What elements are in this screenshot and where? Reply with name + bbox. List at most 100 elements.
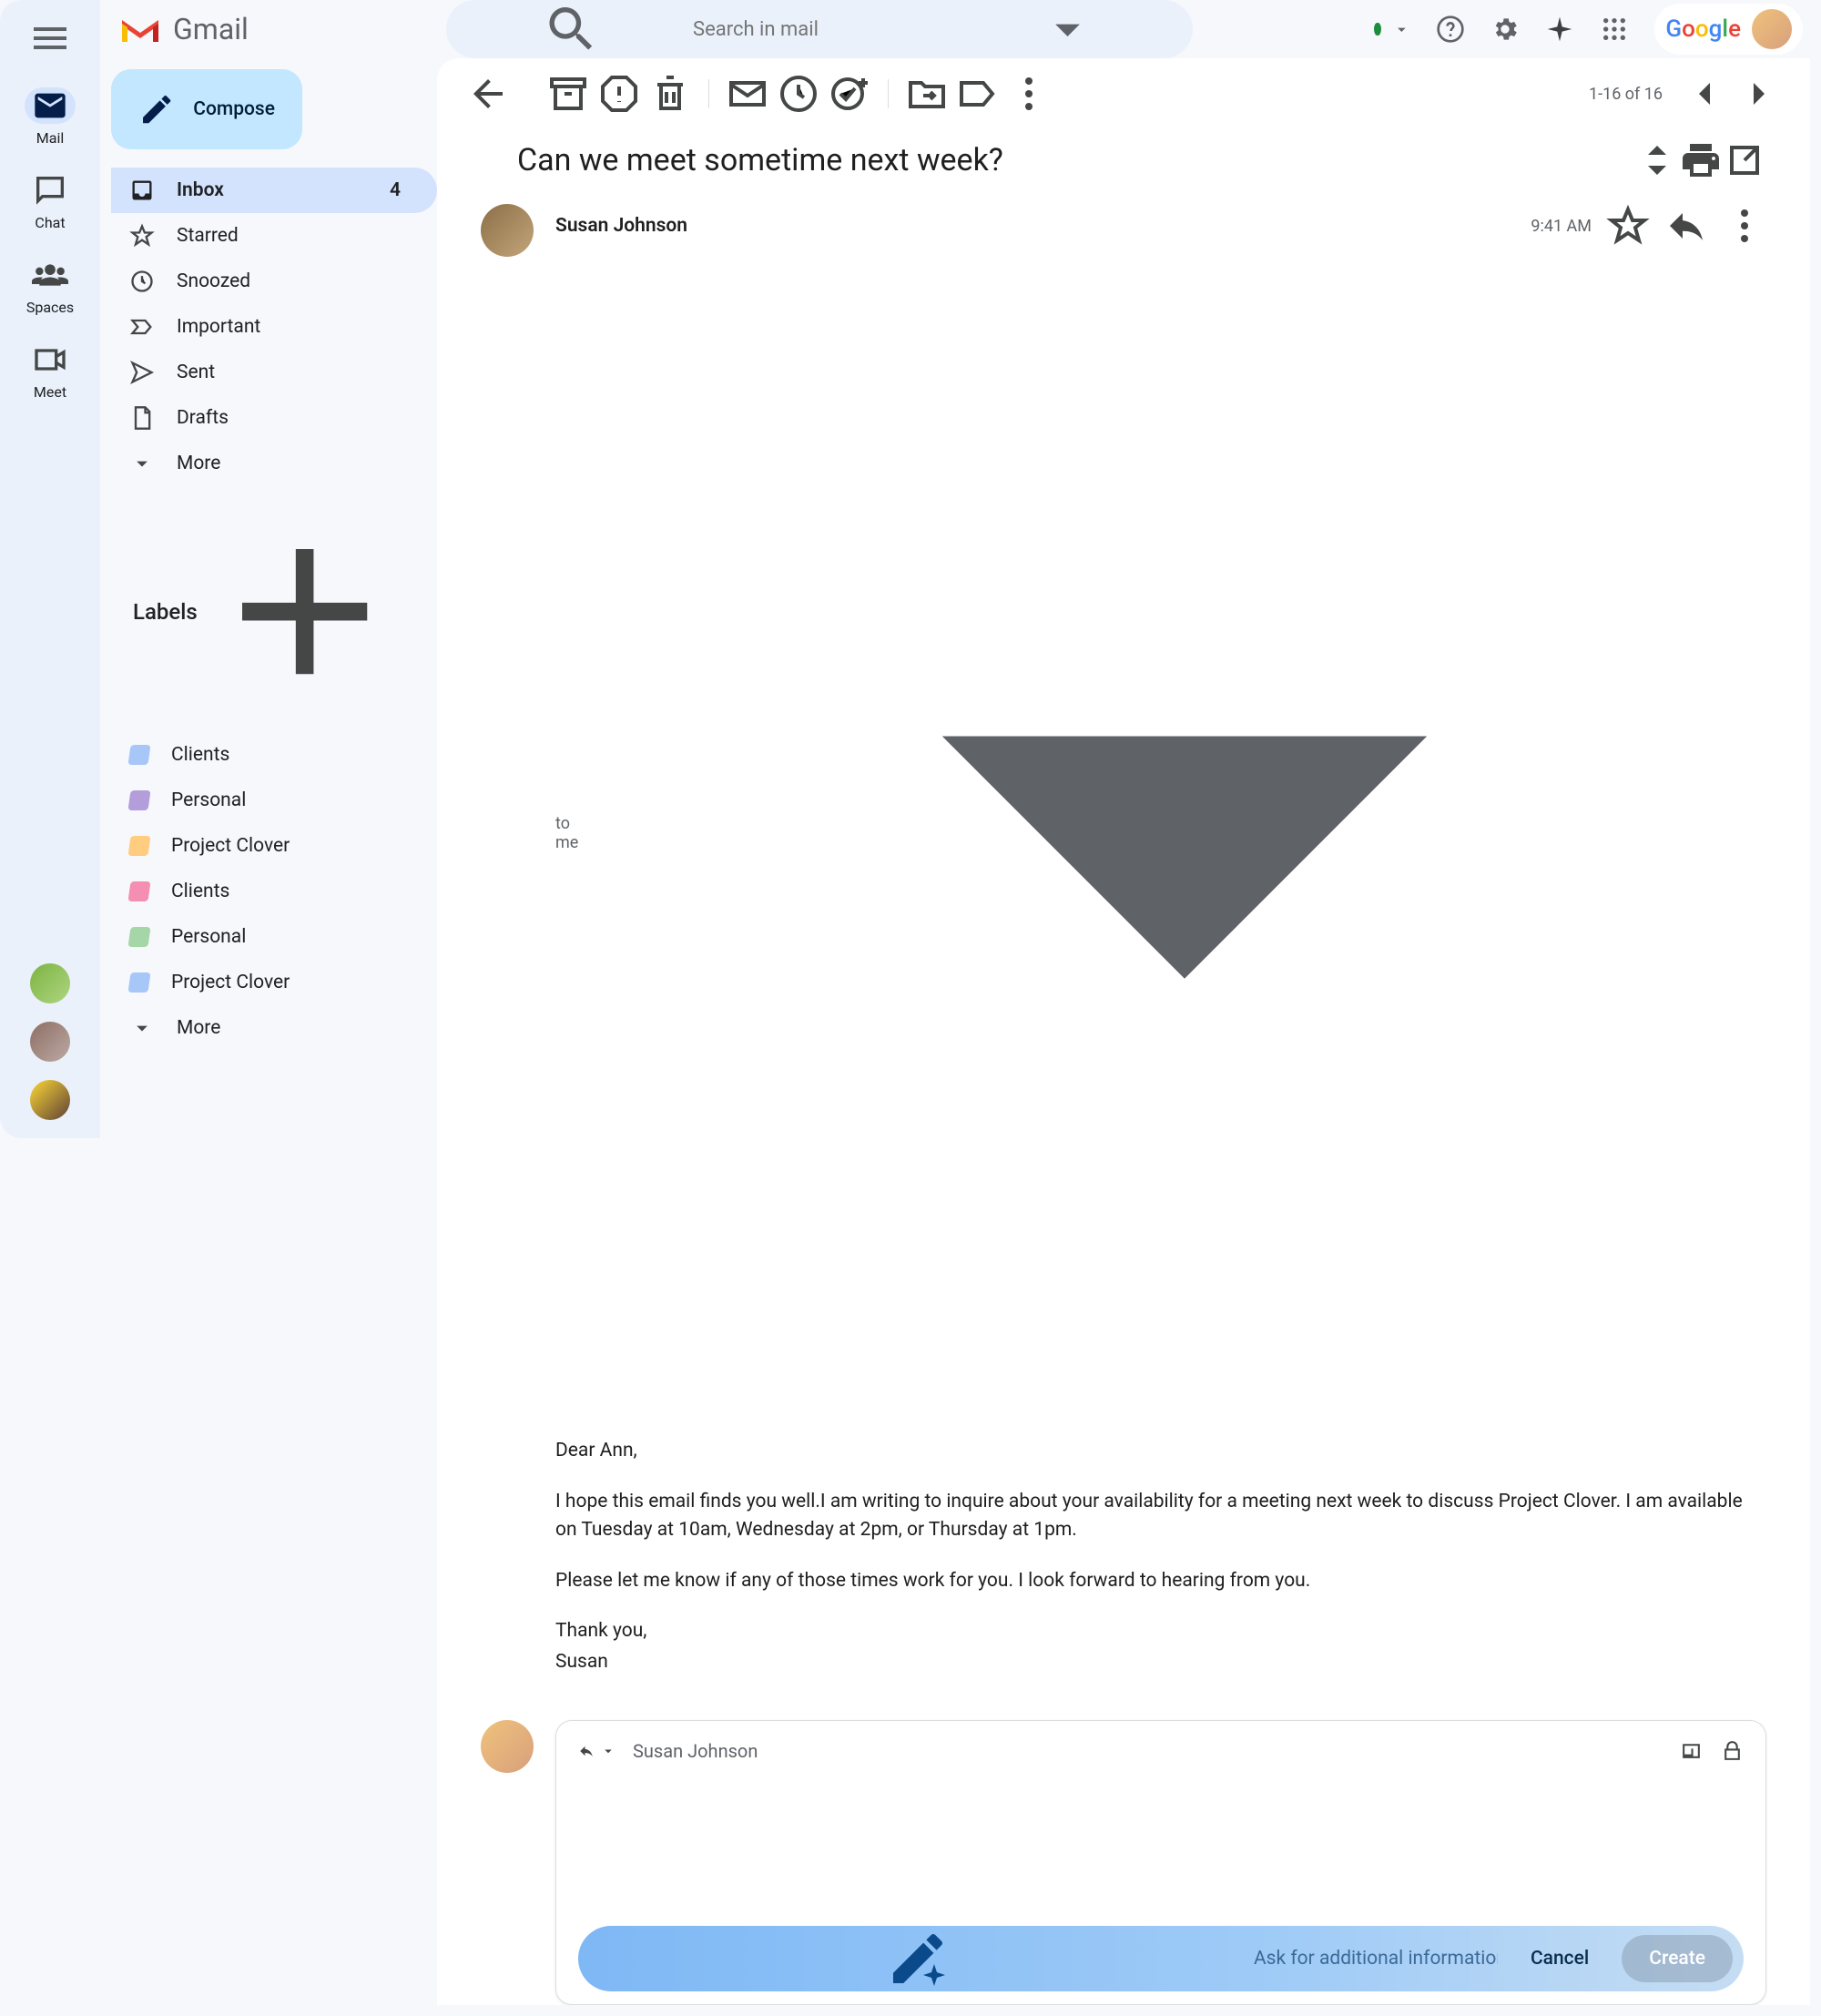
folder-label: Drafts (177, 407, 229, 429)
newer-button[interactable] (1683, 72, 1726, 116)
add-label-button[interactable] (198, 504, 412, 718)
rail-spaces-label: Spaces (26, 299, 74, 316)
rail-mail[interactable]: Mail (25, 87, 76, 147)
search-bar[interactable] (446, 0, 1193, 58)
mail-icon (25, 87, 76, 124)
google-account[interactable]: Google (1654, 4, 1803, 55)
folder-snoozed[interactable]: Snoozed (111, 259, 437, 304)
folder-sent[interactable]: Sent (111, 350, 437, 395)
pencil-icon (138, 91, 175, 127)
reply-recipient[interactable]: Susan Johnson (633, 1740, 758, 1762)
folder-inbox[interactable]: Inbox 4 (111, 168, 437, 213)
google-logo-text: Google (1665, 15, 1741, 43)
chevron-down-icon (129, 1015, 155, 1041)
back-button[interactable] (466, 72, 510, 116)
apps-button[interactable] (1600, 15, 1629, 44)
labels-more[interactable]: More (111, 1005, 437, 1051)
print-button[interactable] (1679, 138, 1723, 182)
chevron-down-icon (603, 251, 1766, 1415)
gmail-logo-icon (118, 13, 162, 46)
status-indicator[interactable] (1374, 20, 1410, 39)
star-message-button[interactable] (1606, 204, 1650, 248)
folder-important[interactable]: Important (111, 304, 437, 350)
chat-avatar-2[interactable] (30, 1022, 70, 1062)
ai-compose-bar: Cancel Create (578, 1926, 1744, 1991)
search-input[interactable] (693, 18, 946, 41)
move-to-button[interactable] (905, 72, 949, 116)
inbox-icon (129, 178, 155, 203)
label-name: Clients (171, 744, 229, 766)
reply-type-button[interactable] (578, 1743, 616, 1759)
sender-name[interactable]: Susan Johnson (555, 215, 687, 237)
chat-avatar-1[interactable] (30, 963, 70, 1003)
mark-unread-button[interactable] (726, 72, 769, 116)
important-icon (129, 314, 155, 340)
label-swatch (127, 972, 150, 993)
folder-label: Inbox (177, 179, 224, 201)
rail-spaces[interactable]: Spaces (25, 257, 76, 316)
folder-drafts[interactable]: Drafts (111, 395, 437, 441)
open-new-window-button[interactable] (1723, 138, 1766, 182)
message: Susan Johnson 9:41 AM to me Dear Ann, (437, 204, 1810, 1698)
label-personal-1[interactable]: Personal (111, 778, 437, 823)
gmail-text: Gmail (173, 12, 249, 46)
recipient-line[interactable]: to me (555, 251, 1766, 1415)
label-swatch (127, 927, 150, 947)
support-button[interactable] (1436, 15, 1465, 44)
label-clients-1[interactable]: Clients (111, 732, 437, 778)
label-personal-2[interactable]: Personal (111, 914, 437, 960)
reply-button[interactable] (1664, 204, 1708, 248)
gmail-logo[interactable]: Gmail (118, 12, 428, 46)
folder-label: Snoozed (177, 270, 250, 292)
ai-prompt-input[interactable] (1254, 1948, 1498, 1970)
collapse-button[interactable] (1635, 138, 1679, 182)
reply-icon (578, 1743, 595, 1759)
chat-avatar-3[interactable] (30, 1080, 70, 1120)
folder-label: More (177, 453, 220, 474)
folder-label: Important (177, 316, 260, 338)
label-name: Project Clover (171, 835, 290, 857)
chevron-down-icon (1392, 20, 1411, 39)
ai-create-button[interactable]: Create (1622, 1935, 1733, 1982)
add-to-tasks-button[interactable] (828, 72, 871, 116)
label-swatch (127, 745, 150, 765)
labels-heading: Labels (133, 599, 198, 625)
header: Gmail (100, 0, 1821, 58)
reply-textarea[interactable] (578, 1762, 1744, 1926)
chat-icon (25, 172, 76, 209)
delete-button[interactable] (648, 72, 692, 116)
compose-button[interactable]: Compose (111, 69, 302, 149)
rail-chat[interactable]: Chat (25, 172, 76, 231)
snooze-button[interactable] (777, 72, 820, 116)
label-name: Project Clover (171, 972, 290, 993)
spaces-icon (25, 257, 76, 293)
folder-starred[interactable]: Starred (111, 213, 437, 259)
meet-icon (25, 341, 76, 378)
sender-avatar[interactable] (481, 204, 534, 257)
label-name: More (177, 1017, 220, 1039)
report-spam-button[interactable] (597, 72, 641, 116)
older-button[interactable] (1737, 72, 1781, 116)
rail-meet[interactable]: Meet (25, 341, 76, 401)
settings-button[interactable] (1490, 15, 1520, 44)
lock-icon[interactable] (1721, 1739, 1744, 1762)
archive-button[interactable] (546, 72, 590, 116)
message-more-button[interactable] (1723, 204, 1766, 248)
label-swatch (127, 881, 150, 901)
chevron-down-icon (129, 451, 155, 476)
ai-cancel-button[interactable]: Cancel (1516, 1948, 1603, 1970)
label-project-clover-1[interactable]: Project Clover (111, 823, 437, 869)
main-menu-button[interactable] (28, 16, 72, 60)
rail-meet-label: Meet (34, 383, 66, 401)
label-clients-2[interactable]: Clients (111, 869, 437, 914)
folder-more[interactable]: More (111, 441, 437, 486)
label-name: Personal (171, 789, 246, 811)
gemini-button[interactable] (1545, 15, 1574, 44)
search-options-icon[interactable] (964, 0, 1171, 58)
rail-mail-label: Mail (36, 129, 64, 147)
label-project-clover-2[interactable]: Project Clover (111, 960, 437, 1005)
labels-button[interactable] (956, 72, 1000, 116)
star-icon (129, 223, 155, 249)
popout-button[interactable] (1680, 1739, 1703, 1762)
more-actions-button[interactable] (1007, 72, 1051, 116)
